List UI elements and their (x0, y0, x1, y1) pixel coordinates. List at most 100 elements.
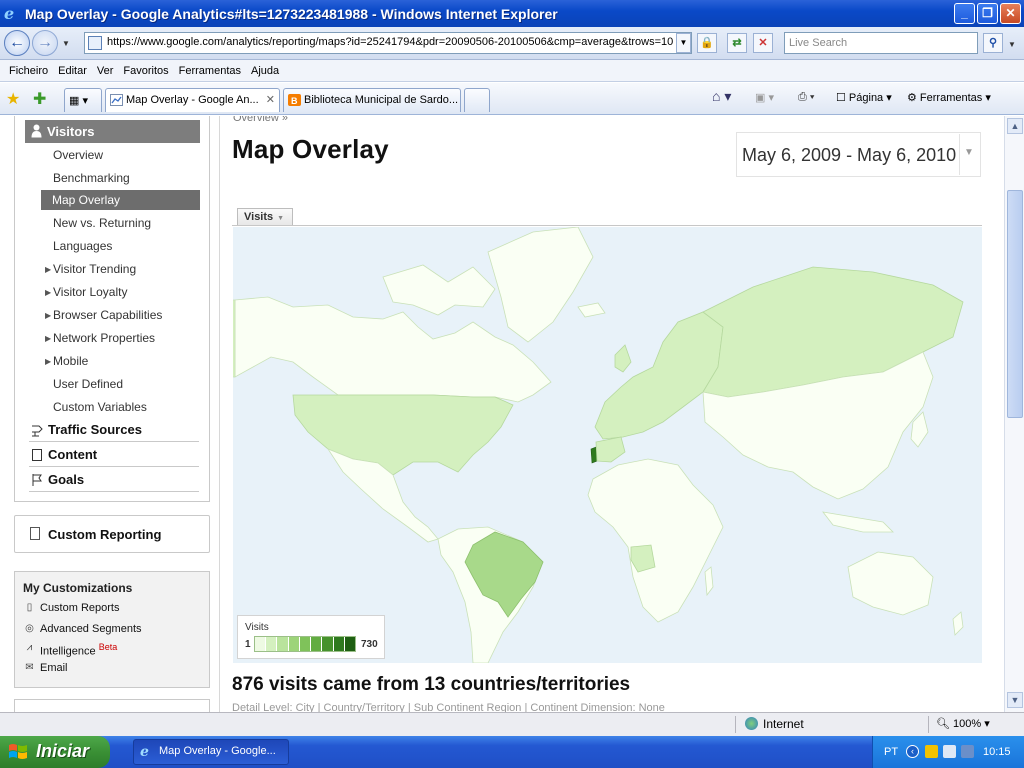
search-options-icon[interactable]: ▼ (1008, 40, 1016, 49)
scroll-down-icon[interactable]: ▼ (1007, 692, 1023, 708)
sidebar-section-traffic-sources[interactable]: Traffic Sources (29, 418, 199, 442)
ramp-step (255, 637, 267, 651)
country-alaska[interactable] (233, 299, 236, 378)
sidebar-item-visitor-trending[interactable]: ▶ Visitor Trending (45, 262, 136, 276)
close-window-button[interactable]: ✕ (1000, 3, 1021, 24)
url-dropdown-icon[interactable]: ▼ (676, 33, 691, 53)
scroll-up-icon[interactable]: ▲ (1007, 118, 1023, 134)
intelligence-link[interactable]: ⩘ Intelligence Beta (27, 642, 118, 658)
network-icon[interactable] (961, 745, 974, 758)
custom-reporting-link[interactable]: Custom Reporting (14, 515, 210, 553)
lock-icon[interactable]: 🔒 (697, 33, 717, 53)
home-icon[interactable]: ⌂ ▾ (712, 88, 731, 105)
url-field[interactable]: https://www.google.com/analytics/reporti… (84, 32, 692, 54)
print-icon[interactable]: ⎙ ▾ (798, 91, 814, 104)
menu-tools[interactable]: Ferramentas (179, 65, 241, 77)
clock: 10:15 (983, 746, 1011, 758)
favorites-star-icon[interactable]: ★ (6, 89, 20, 109)
zoom-control[interactable]: 🔍︎ 100% ▾ (936, 717, 990, 730)
minimize-button[interactable]: _ (954, 3, 975, 24)
email-link[interactable]: ✉ Email (25, 662, 67, 674)
maximize-button[interactable]: ❐ (977, 3, 998, 24)
metric-label: Visits (244, 211, 274, 223)
zone-label: Internet (763, 717, 804, 731)
ramp-step (344, 637, 355, 651)
security-zone: Internet (745, 717, 804, 731)
tab-map-overlay[interactable]: Map Overlay - Google An... ✕ (105, 88, 280, 112)
beta-badge: Beta (98, 642, 118, 652)
sidebar-item-browser-capabilities[interactable]: ▶ Browser Capabilities (45, 308, 163, 322)
page-content: Visitors Overview Benchmarking Map Overl… (0, 116, 1004, 712)
back-arrow-icon: ← (9, 34, 25, 51)
tab-biblioteca[interactable]: B Biblioteca Municipal de Sardo... (283, 88, 461, 112)
page-menu-label: Página (848, 92, 884, 104)
legend-max: 730 (361, 639, 378, 650)
menu-file[interactable]: Ficheiro (9, 65, 48, 77)
world-map[interactable] (233, 227, 982, 663)
advanced-segments-link[interactable]: ◎ Advanced Segments (25, 623, 141, 635)
sidebar-item-benchmarking[interactable]: Benchmarking (53, 171, 130, 185)
sidebar-item-label: Browser Capabilities (53, 308, 163, 322)
scrollbar-thumb[interactable] (1007, 190, 1023, 418)
sidebar-item-visitor-loyalty[interactable]: ▶ Visitor Loyalty (45, 285, 127, 299)
svg-text:B: B (291, 96, 298, 106)
back-button[interactable]: ← (4, 30, 30, 56)
language-indicator[interactable]: PT (884, 746, 898, 758)
menu-edit[interactable]: Editar (58, 65, 87, 77)
sidebar-item-network-properties[interactable]: ▶ Network Properties (45, 331, 156, 345)
live-search-input[interactable]: Live Search (784, 32, 978, 54)
sidebar-section-content[interactable]: Content (29, 443, 199, 467)
sidebar-item-languages[interactable]: Languages (53, 239, 112, 253)
sidebar-item-user-defined[interactable]: User Defined (53, 377, 123, 391)
sidebar-item-label: Network Properties (53, 331, 156, 345)
show-hidden-icons-icon[interactable]: ‹ (906, 745, 919, 758)
visitors-section-header[interactable]: Visitors (25, 120, 200, 143)
chevron-down-icon[interactable]: ▼ (959, 134, 979, 175)
tools-menu-button[interactable]: ⚙ Ferramentas ▾ (907, 91, 991, 104)
windows-taskbar: Iniciar e Map Overlay - Google... PT ‹ 1… (0, 736, 1024, 768)
menu-help[interactable]: Ajuda (251, 65, 279, 77)
history-dropdown-icon[interactable]: ▼ (62, 39, 70, 48)
tray-app-icon[interactable] (925, 745, 938, 758)
divider (232, 225, 982, 226)
my-customizations-panel: My Customizations ▯ Custom Reports ◎ Advan… (14, 571, 210, 688)
analytics-tab-icon (110, 94, 123, 106)
taskbar-window-button[interactable]: e Map Overlay - Google... (133, 739, 289, 765)
sidebar-item-custom-variables[interactable]: Custom Variables (53, 400, 147, 414)
refresh-icon[interactable]: ⇄ (727, 33, 747, 53)
sidebar-item-mobile[interactable]: ▶ Mobile (45, 354, 88, 368)
page-menu-button[interactable]: ☐ Página ▾ (836, 91, 892, 104)
menu-favorites[interactable]: Favoritos (123, 65, 168, 77)
tray-search-icon[interactable] (943, 745, 956, 758)
ramp-step (311, 637, 323, 651)
sidebar-item-overview[interactable]: Overview (53, 148, 103, 162)
feeds-icon[interactable]: ▣ ▾ (755, 91, 774, 104)
ramp-step (288, 637, 300, 651)
search-icon[interactable]: ⚲ (983, 33, 1003, 53)
visits-summary: 876 visits came from 13 countries/territ… (232, 674, 631, 695)
menu-view[interactable]: Ver (97, 65, 114, 77)
forward-button[interactable]: → (32, 30, 58, 56)
stop-icon[interactable]: ✕ (753, 33, 773, 53)
person-icon (31, 124, 42, 138)
report-icon (30, 527, 40, 540)
breadcrumb[interactable]: Overview » (233, 116, 288, 124)
detail-level-row[interactable]: Detail Level: City | Country/Territory |… (232, 702, 665, 712)
quick-tabs-button[interactable]: ▦ ▾ (64, 88, 102, 112)
window-title: Map Overlay - Google Analytics#lts=12732… (25, 5, 558, 22)
vertical-scrollbar[interactable]: ▲ ▼ (1004, 116, 1024, 712)
sidebar-item-new-vs-returning[interactable]: New vs. Returning (53, 216, 151, 230)
metric-selector[interactable]: Visits ▼ (237, 208, 293, 226)
custom-reports-link[interactable]: ▯ Custom Reports (27, 602, 120, 614)
intelligence-icon: ⩘ (26, 642, 33, 653)
close-tab-icon[interactable]: ✕ (266, 93, 275, 106)
add-favorite-icon[interactable]: ✚ (33, 89, 46, 109)
sidebar-section-goals[interactable]: Goals (29, 468, 199, 492)
legend-title: Visits (245, 622, 269, 633)
custom-reporting-label: Custom Reporting (48, 527, 162, 542)
sidebar-item-map-overlay[interactable]: Map Overlay (41, 190, 200, 210)
start-button[interactable]: Iniciar (0, 736, 110, 768)
expand-arrow-icon: ▶ (45, 357, 52, 366)
new-tab-button[interactable] (464, 88, 490, 112)
date-range-selector[interactable]: May 6, 2009 - May 6, 2010 ▼ (736, 132, 981, 177)
